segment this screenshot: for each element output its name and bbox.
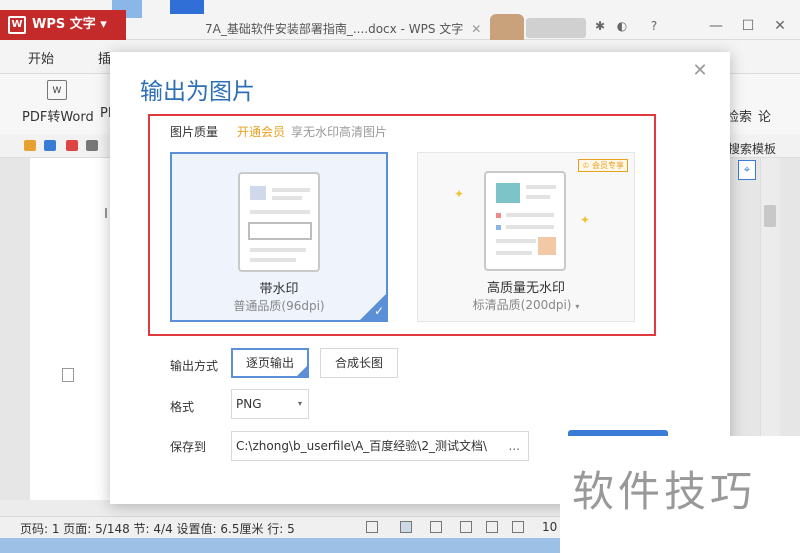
desktop-icon — [170, 0, 204, 14]
settings-icon[interactable]: ✱ — [592, 18, 608, 34]
close-tab-icon[interactable]: ✕ — [471, 22, 481, 36]
zoom-level[interactable]: 10 — [542, 520, 557, 534]
close-icon[interactable]: ✕ — [690, 60, 710, 81]
app-menu-button[interactable]: W WPS 文字 ▾ — [0, 10, 126, 40]
pdf-to-word-icon[interactable]: W — [47, 80, 67, 100]
user-chip[interactable] — [526, 18, 586, 38]
status-info: 页码: 1 页面: 5/148 节: 4/4 设置值: 6.5厘米 行: 5 — [20, 522, 295, 536]
open-icon[interactable] — [24, 140, 36, 151]
scroll-thumb[interactable] — [764, 205, 776, 227]
tab-start[interactable]: 开始 — [28, 48, 54, 67]
minimize-icon[interactable]: — — [700, 18, 732, 34]
hq-document-illustration — [484, 171, 566, 271]
option-quality[interactable]: 标清品质(200dpi) ▾ — [418, 296, 634, 313]
selected-corner — [296, 365, 308, 377]
ribbon-paper-button[interactable]: 论 — [758, 106, 771, 125]
site-watermark: 软件技巧 — [572, 467, 757, 516]
web-view-icon[interactable] — [430, 521, 442, 533]
chevron-down-icon: ▾ — [575, 302, 580, 311]
vip-badge: ♔ 会员专享 — [578, 159, 628, 172]
watermark-document-illustration — [238, 172, 320, 272]
vip-link[interactable]: 开通会员 — [237, 123, 285, 140]
format-label: 格式 — [170, 400, 195, 414]
wps-logo-icon: W — [8, 15, 26, 34]
option-name: 带水印 — [259, 282, 299, 297]
read-mode-icon[interactable] — [486, 521, 498, 533]
page-view-icon[interactable] — [400, 521, 412, 533]
dialog-title: 输出为图片 — [140, 79, 255, 105]
skin-icon[interactable]: ◐ — [614, 18, 630, 34]
vip-badge-text: 会员专享 — [592, 161, 624, 170]
format-value: PNG — [236, 397, 262, 411]
option-name: 高质量无水印 — [486, 281, 565, 296]
sparkle-icon: ✦ — [580, 213, 591, 227]
check-icon: ✓ — [373, 304, 384, 318]
zoom-dropdown-icon[interactable] — [512, 521, 524, 533]
avatar[interactable] — [490, 14, 524, 40]
save-path-value: C:\zhong\b_userfile\A_百度经验\2_测试文档\ — [236, 439, 488, 453]
sparkle-icon: ✦ — [454, 187, 465, 201]
save-icon[interactable] — [44, 140, 56, 151]
format-select[interactable]: PNG ▾ — [231, 389, 309, 419]
app-name: WPS 文字 — [32, 17, 96, 32]
window-controls: — ☐ ✕ — [700, 18, 800, 38]
search-templates-link[interactable]: 搜索模板 — [728, 140, 776, 157]
help-icon[interactable]: ? — [646, 18, 662, 34]
page-margin-mark — [105, 208, 107, 218]
close-window-icon[interactable]: ✕ — [764, 18, 796, 34]
browse-button[interactable]: ... — [509, 432, 520, 460]
option-quality: 普通品质(96dpi) — [233, 299, 325, 313]
document-icon[interactable] — [62, 368, 74, 382]
option-quality-text: 标清品质(200dpi) — [472, 298, 572, 312]
per-page-output-label: 逐页输出 — [245, 356, 294, 370]
export-pdf-icon[interactable] — [66, 140, 78, 151]
document-tab-title[interactable]: 7A_基础软件安装部署指南_....docx - WPS 文字 ✕ — [205, 20, 481, 37]
per-page-output-button[interactable]: 逐页输出 — [231, 348, 309, 378]
pdf-to-word-button[interactable]: PDF转Word — [22, 106, 94, 125]
vip-description: 享无水印高清图片 — [291, 125, 388, 139]
print-icon[interactable] — [86, 140, 98, 151]
document-title-text: 7A_基础软件安装部署指南_....docx - WPS 文字 — [205, 22, 464, 36]
quality-option-hq[interactable]: ♔ 会员专享 ✦ ✦ 高质量无水印 标清品质(200dpi) ▾ — [417, 152, 635, 322]
long-image-button[interactable]: 合成长图 — [320, 348, 398, 378]
save-to-label: 保存到 — [170, 440, 207, 454]
maximize-icon[interactable]: ☐ — [732, 18, 764, 34]
output-mode-label: 输出方式 — [170, 359, 219, 373]
quality-option-watermark[interactable]: 带水印 普通品质(96dpi) ✓ — [170, 152, 388, 322]
chevron-down-icon: ▾ — [297, 399, 302, 408]
outline-view-icon[interactable] — [460, 521, 472, 533]
quality-label: 图片质量 — [170, 125, 219, 139]
save-path-input[interactable]: C:\zhong\b_userfile\A_百度经验\2_测试文档\... — [231, 431, 529, 461]
location-icon[interactable]: ⌖ — [738, 160, 756, 180]
focus-mode-icon[interactable] — [366, 521, 378, 533]
